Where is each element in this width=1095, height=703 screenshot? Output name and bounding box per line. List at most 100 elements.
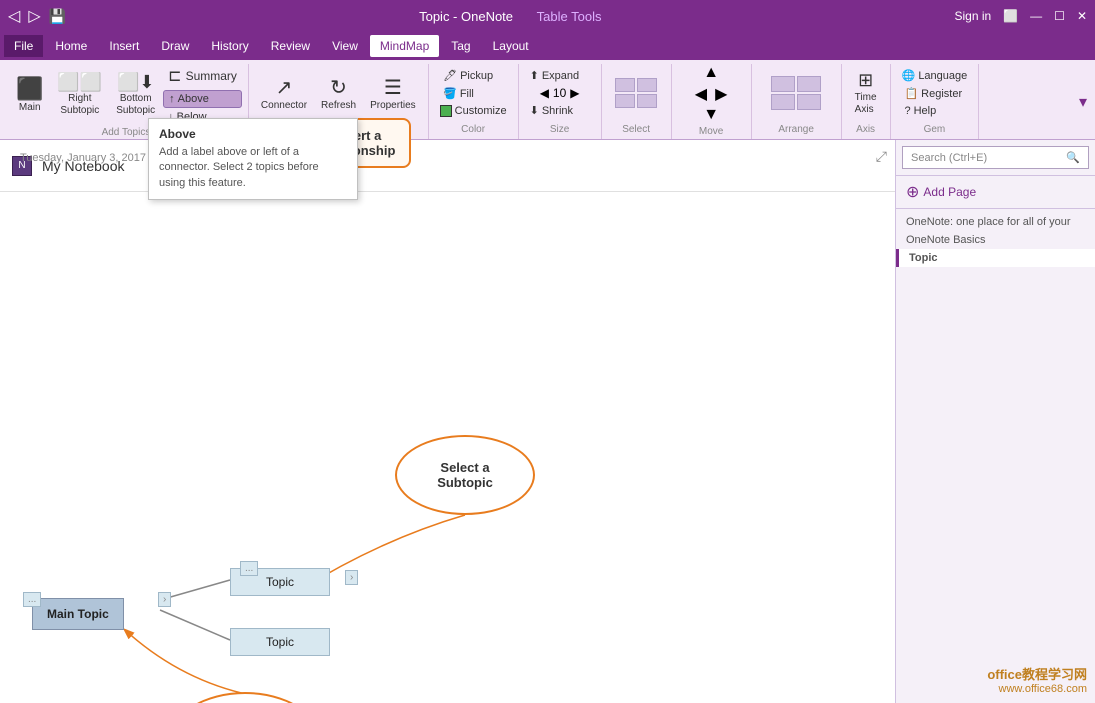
search-area: Search (Ctrl+E) 🔍 — [896, 140, 1095, 176]
menu-home[interactable]: Home — [45, 35, 97, 57]
ribbon-btn-above[interactable]: ↑ Above — [163, 90, 242, 108]
arrange-cell-4 — [797, 94, 821, 110]
menu-review[interactable]: Review — [261, 35, 320, 57]
select-cell-3 — [615, 94, 635, 108]
move-controls: ▲ ◀ ▶ ▼ — [695, 64, 728, 124]
minimize-button[interactable]: — — [1030, 9, 1042, 23]
ribbon-btn-refresh[interactable]: ↻ Refresh — [315, 74, 362, 113]
ribbon-group-label-color: Color — [435, 124, 512, 135]
arrange-cell-1 — [771, 76, 795, 92]
menu-view[interactable]: View — [322, 35, 368, 57]
signin-button[interactable]: Sign in — [955, 9, 992, 23]
menu-mindmap[interactable]: MindMap — [370, 35, 439, 57]
search-box[interactable]: Search (Ctrl+E) 🔍 — [902, 146, 1089, 169]
page-header: N My Notebook — [0, 140, 895, 192]
ribbon-btn-properties[interactable]: ☰ Properties — [364, 74, 422, 113]
ribbon-color-btns: 🖊 Pickup 🪣 Fill Customize — [435, 64, 512, 122]
ribbon-move-btns: ▲ ◀ ▶ ▼ — [678, 64, 745, 124]
ribbon-topic-btns: ↗ Connector ↻ Refresh ☰ Properties — [255, 64, 422, 122]
ribbon-group-arrange: Arrange — [752, 64, 842, 139]
move-right-icon[interactable]: ▶ — [715, 84, 727, 104]
main-topic-box[interactable]: Main Topic — [32, 598, 124, 630]
dropdown-title: Above — [159, 127, 347, 141]
ribbon-btn-time-axis[interactable]: ⊞ TimeAxis — [848, 68, 884, 118]
add-page-button[interactable]: ⊕ Add Page — [896, 176, 1095, 209]
page-list-item-0[interactable]: OneNote: one place for all of your — [896, 213, 1095, 231]
fill-icon: 🪣 — [443, 87, 457, 100]
menu-draw[interactable]: Draw — [151, 35, 199, 57]
move-up-icon[interactable]: ▲ — [703, 64, 719, 82]
size-value: 10 — [553, 86, 566, 100]
ribbon-select-btns — [608, 64, 665, 122]
arrange-grid — [771, 76, 821, 110]
menu-file[interactable]: File — [4, 35, 43, 57]
ribbon-add-topics-btns: ⬛ Main ⬜⬜ RightSubtopic ⬜⬇ BottomSubtopi… — [10, 64, 242, 125]
move-left-icon[interactable]: ◀ — [695, 84, 707, 104]
connector-icon: ↗ — [276, 76, 293, 100]
select-cell-2 — [637, 78, 657, 92]
ribbon-btn-bottom-subtopic[interactable]: ⬜⬇ BottomSubtopic — [110, 70, 161, 120]
topic-top-right-handle[interactable]: › — [345, 570, 358, 585]
watermark: office教程学习网 www.office68.com — [987, 664, 1087, 695]
menu-history[interactable]: History — [201, 35, 258, 57]
maximize-button[interactable]: ☐ — [1054, 9, 1065, 23]
connector-lines — [0, 140, 895, 703]
ribbon-group-gem: 🌐 Language 📋 Register ? Help Gem — [891, 64, 980, 139]
language-icon: 🌐 — [902, 69, 916, 82]
window-mode-button[interactable]: ⬜ — [1003, 9, 1018, 23]
customize-icon — [440, 105, 452, 117]
menu-layout[interactable]: Layout — [483, 35, 539, 57]
watermark-line1: office教程学习网 — [987, 664, 1087, 683]
page-list-item-1[interactable]: OneNote Basics — [896, 231, 1095, 249]
ribbon-scroll-button[interactable]: ▾ — [1075, 64, 1091, 139]
menu-insert[interactable]: Insert — [99, 35, 149, 57]
menu-tag[interactable]: Tag — [441, 35, 480, 57]
ribbon-btn-right-subtopic[interactable]: ⬜⬜ RightSubtopic — [51, 70, 108, 120]
ribbon-size-controls: ◀ 10 ▶ — [540, 86, 580, 100]
move-down-icon[interactable]: ▼ — [703, 106, 719, 124]
size-right-arrow[interactable]: ▶ — [570, 86, 579, 100]
select-grid — [615, 78, 657, 108]
ribbon-group-color: 🖊 Pickup 🪣 Fill Customize Color — [429, 64, 519, 139]
ribbon-btn-shrink[interactable]: ⬇ Shrink — [525, 102, 595, 119]
arrange-cell-3 — [771, 94, 795, 110]
ribbon-arrange-btns — [758, 64, 835, 122]
ribbon-btn-fill[interactable]: 🪣 Fill — [438, 85, 508, 102]
time-axis-icon: ⊞ — [858, 70, 873, 92]
ribbon-btn-register[interactable]: 📋 Register — [899, 85, 969, 102]
topic-top-top-handle[interactable]: ... — [240, 561, 258, 576]
summary-icon: ⊏ — [168, 66, 181, 86]
ribbon-btn-summary[interactable]: ⊏ Summary — [163, 64, 242, 88]
ribbon-btn-main[interactable]: ⬛ Main — [10, 74, 49, 115]
select-parent-callout: Select aParent Topic — [170, 692, 320, 703]
canvas-area: N My Notebook ⤢ Tuesday, January 3, 2017… — [0, 140, 895, 703]
size-left-arrow[interactable]: ◀ — [540, 86, 549, 100]
ribbon-btn-help[interactable]: ? Help — [899, 103, 969, 119]
above-icon: ↑ — [169, 93, 175, 105]
ribbon-group-axis: ⊞ TimeAxis Axis — [842, 64, 891, 139]
expand-canvas-icon[interactable]: ⤢ — [876, 148, 887, 165]
ribbon-group-select: Select — [602, 64, 672, 139]
main-topic-right-handle[interactable]: › — [158, 592, 171, 607]
ribbon-btn-pickup[interactable]: 🖊 Pickup — [438, 67, 508, 84]
dropdown-body: Add a label above or left of a connector… — [159, 145, 347, 191]
bottom-subtopic-icon: ⬜⬇ — [117, 72, 155, 94]
ribbon-btn-expand[interactable]: ⬆ Expand — [525, 67, 595, 84]
forward-icon[interactable]: ▷ — [28, 6, 40, 26]
topic-bottom-box[interactable]: Topic — [230, 628, 330, 656]
save-icon[interactable]: 💾 — [49, 8, 66, 25]
close-button[interactable]: ✕ — [1077, 9, 1087, 23]
refresh-icon: ↻ — [330, 76, 347, 100]
page-list-item-2[interactable]: Topic — [896, 249, 1095, 267]
ribbon-btn-customize[interactable]: Customize — [435, 103, 512, 119]
search-icon[interactable]: 🔍 — [1066, 151, 1080, 164]
select-cell-1 — [615, 78, 635, 92]
title-bar-title: Topic - OneNote Table Tools — [66, 9, 954, 24]
main-area: N My Notebook ⤢ Tuesday, January 3, 2017… — [0, 140, 1095, 703]
ribbon-group-move: ▲ ◀ ▶ ▼ Move — [672, 64, 752, 139]
back-icon[interactable]: ◁ — [8, 6, 20, 26]
ribbon-btn-language[interactable]: 🌐 Language — [897, 67, 973, 84]
ribbon-btn-connector[interactable]: ↗ Connector — [255, 74, 313, 113]
main-topic-left-handle[interactable]: ... — [23, 592, 41, 607]
select-cell-4 — [637, 94, 657, 108]
